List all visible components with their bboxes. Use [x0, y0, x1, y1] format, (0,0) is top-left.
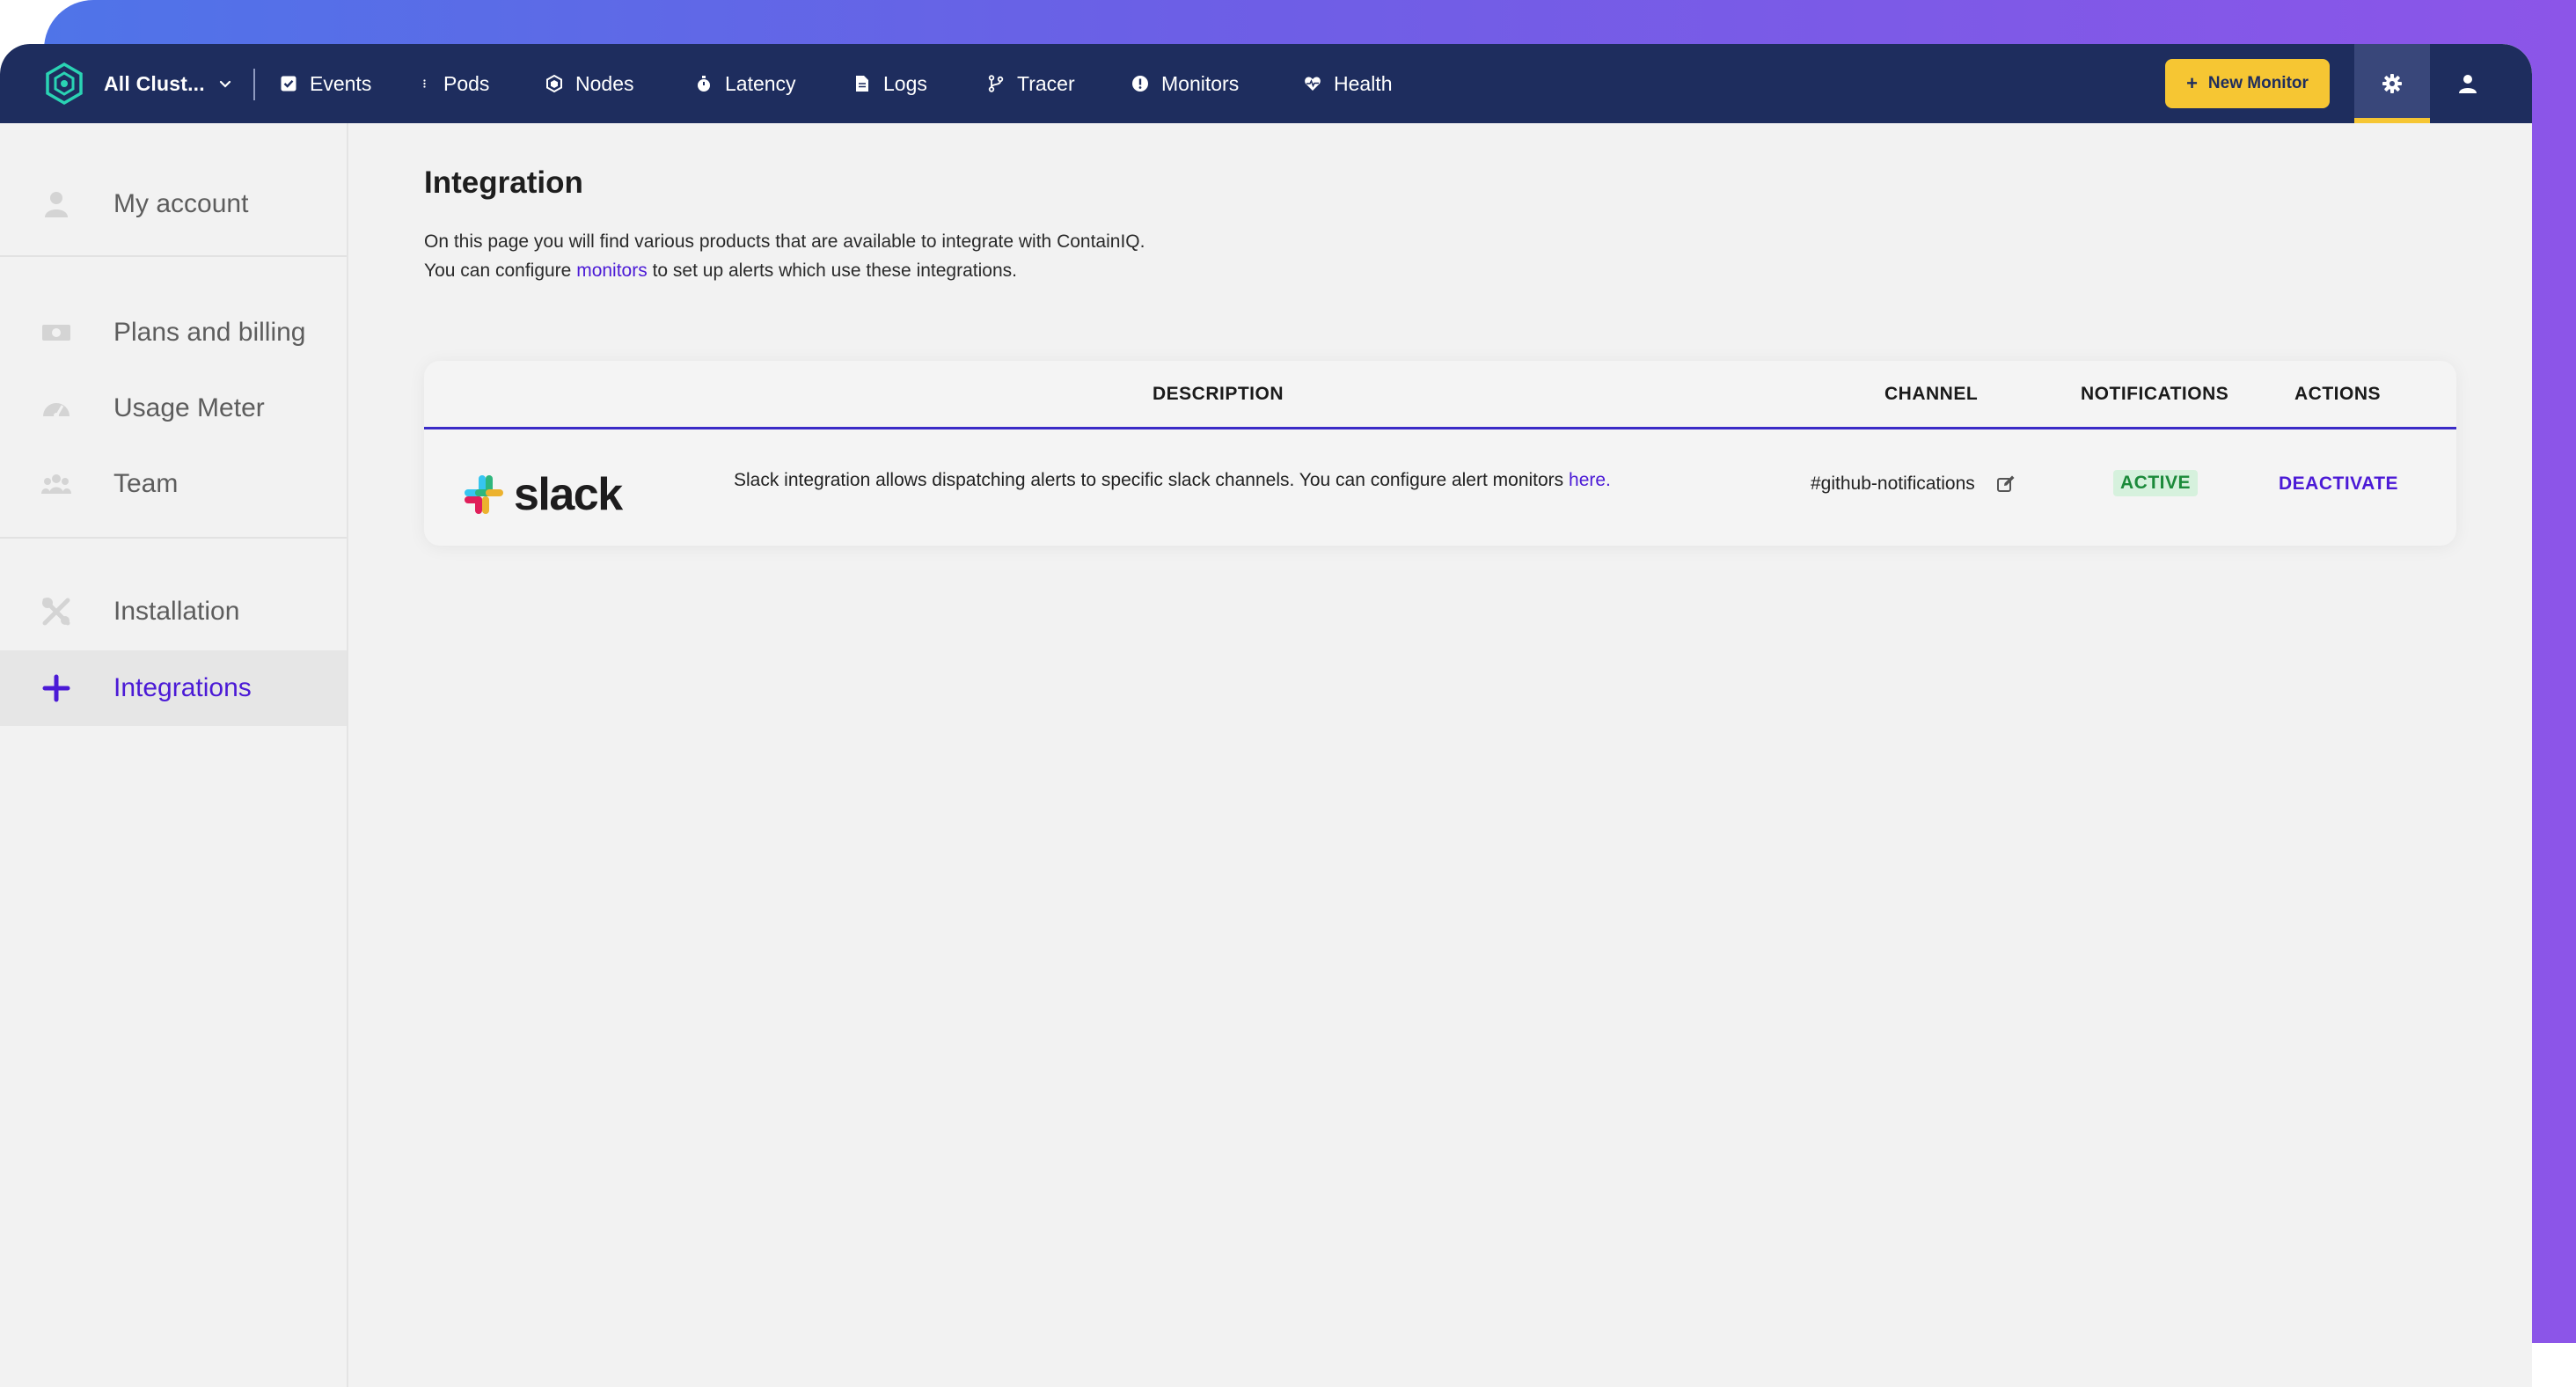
nav-item-label: Latency: [725, 71, 796, 95]
intro-line-1: On this page you will find various produ…: [424, 231, 1145, 252]
app-window: All Clust... Events Pods Nodes Latency L…: [0, 44, 2532, 1387]
sidebar-item-label: Integrations: [113, 673, 252, 702]
integration-description-text: Slack integration allows dispatching ale…: [734, 470, 1570, 490]
nav-item-label: Health: [1334, 71, 1393, 95]
alert-circle-icon: [1132, 76, 1148, 92]
sidebar-item-team[interactable]: Team: [0, 446, 347, 522]
header-channel: CHANNEL: [1884, 384, 1979, 404]
new-monitor-button[interactable]: + New Monitor: [2165, 59, 2330, 108]
here-link[interactable]: here.: [1569, 470, 1611, 490]
nav-divider: [253, 69, 255, 100]
nav-item-tracer[interactable]: Tracer: [987, 44, 1075, 123]
header-description: DESCRIPTION: [1153, 384, 1284, 404]
gear-icon: [2382, 74, 2402, 93]
nav-item-events[interactable]: Events: [280, 44, 371, 123]
table-header: DESCRIPTION CHANNEL NOTIFICATIONS ACTION…: [424, 361, 2456, 429]
cluster-selector[interactable]: All Clust...: [104, 44, 233, 123]
page-title: Integration: [424, 165, 583, 200]
chevron-down-icon: [219, 80, 231, 88]
sidebar-item-usage-meter[interactable]: Usage Meter: [0, 371, 347, 446]
settings-button[interactable]: [2354, 44, 2430, 123]
settings-sidebar: My account Plans and billing Usage Meter…: [0, 123, 348, 1387]
nav-item-label: Nodes: [575, 71, 634, 95]
sidebar-item-label: Usage Meter: [113, 393, 265, 422]
sidebar-item-label: My account: [113, 189, 249, 218]
sidebar-divider: [0, 537, 347, 539]
status-badge: ACTIVE: [2113, 470, 2199, 496]
plus-icon: [39, 671, 74, 706]
nav-item-latency[interactable]: Latency: [695, 44, 796, 123]
nav-item-label: Logs: [883, 71, 927, 95]
integration-description: Slack integration allows dispatching ale…: [734, 470, 1611, 491]
nav-item-monitors[interactable]: Monitors: [1131, 44, 1239, 123]
intro-line-2-post: to set up alerts which use these integra…: [647, 261, 1017, 281]
hexagon-icon: [546, 75, 562, 92]
file-icon: [856, 76, 868, 92]
sidebar-divider: [0, 255, 347, 257]
sidebar-item-label: Team: [113, 469, 179, 498]
nav-item-pods[interactable]: Pods: [422, 44, 489, 123]
sidebar-item-installation[interactable]: Installation: [0, 574, 347, 649]
user-icon: [39, 187, 74, 222]
sidebar-item-my-account[interactable]: My account: [0, 166, 347, 242]
nav-item-label: Events: [310, 71, 372, 95]
vertical-dots-icon: [423, 79, 426, 88]
containiq-logo-icon[interactable]: [42, 62, 86, 106]
nav-item-health[interactable]: Health: [1304, 44, 1392, 123]
top-navigation-bar: All Clust... Events Pods Nodes Latency L…: [0, 44, 2532, 123]
deactivate-button[interactable]: DEACTIVATE: [2279, 473, 2398, 495]
intro-line-2-pre: You can configure: [424, 261, 577, 281]
nav-item-label: Monitors: [1161, 71, 1240, 95]
nav-item-logs[interactable]: Logs: [853, 44, 927, 123]
sidebar-item-label: Installation: [113, 597, 240, 626]
money-bill-icon: [39, 315, 74, 350]
cluster-selector-label: All Clust...: [104, 71, 205, 95]
slack-wordmark: slack: [514, 469, 623, 520]
users-icon: [39, 466, 74, 502]
tools-icon: [39, 594, 74, 629]
sidebar-item-plans-and-billing[interactable]: Plans and billing: [0, 295, 347, 371]
edit-icon[interactable]: [1996, 474, 2016, 494]
header-actions: ACTIONS: [2294, 384, 2381, 404]
channel-name: #github-notifications: [1811, 473, 1975, 494]
integrations-table: DESCRIPTION CHANNEL NOTIFICATIONS ACTION…: [424, 361, 2456, 546]
nav-item-label: Pods: [443, 71, 490, 95]
check-square-icon: [281, 76, 296, 92]
slack-logo: slack: [463, 468, 623, 521]
stopwatch-icon: [698, 76, 710, 92]
gauge-icon: [39, 391, 74, 426]
plus-icon: +: [2186, 72, 2198, 94]
sidebar-item-integrations[interactable]: Integrations: [0, 650, 347, 726]
nav-item-nodes[interactable]: Nodes: [545, 44, 633, 123]
heart-pulse-icon: [1305, 77, 1321, 91]
header-notifications: NOTIFICATIONS: [2081, 384, 2229, 404]
nav-item-label: Tracer: [1017, 71, 1075, 95]
intro-text: On this page you will find various produ…: [424, 227, 1145, 285]
sidebar-item-label: Plans and billing: [113, 318, 306, 347]
user-menu-button[interactable]: [2441, 44, 2495, 123]
user-icon: [2459, 75, 2477, 93]
slack-icon: [465, 475, 503, 514]
intro-line-2: You can configure monitors to set up ale…: [424, 256, 1145, 285]
channel-cell: #github-notifications: [1811, 473, 2016, 495]
git-branch-icon: [988, 75, 1004, 92]
monitors-link[interactable]: monitors: [576, 261, 648, 281]
new-monitor-label: New Monitor: [2207, 74, 2309, 92]
